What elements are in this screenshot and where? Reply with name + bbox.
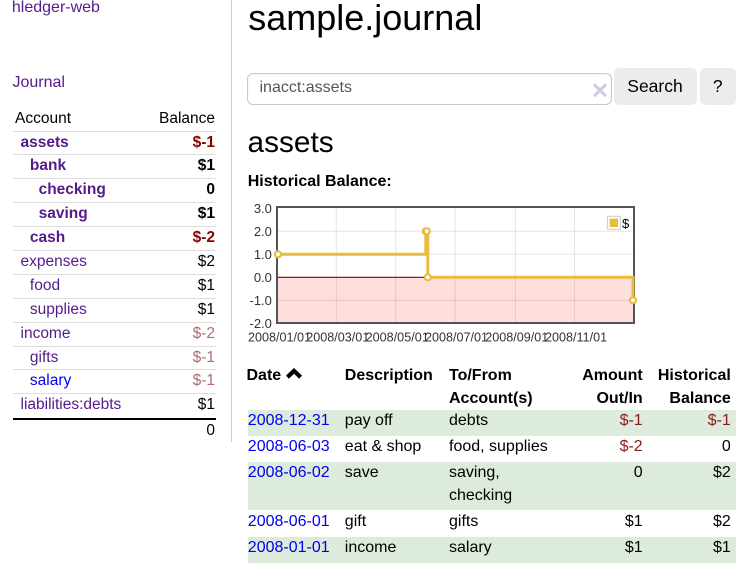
svg-text:2008/01/01: 2008/01/01 <box>248 330 311 344</box>
svg-text:2008/07/01: 2008/07/01 <box>425 330 488 344</box>
svg-text:2008/11/01: 2008/11/01 <box>545 330 607 344</box>
svg-text:0.0: 0.0 <box>254 270 272 285</box>
svg-text:3.0: 3.0 <box>254 201 272 216</box>
svg-text:2008/03/01: 2008/03/01 <box>306 330 369 344</box>
svg-text:-2.0: -2.0 <box>249 316 271 331</box>
svg-text:-1.0: -1.0 <box>249 293 271 308</box>
svg-text:1.0: 1.0 <box>254 247 272 262</box>
svg-text:2008/05/01: 2008/05/01 <box>366 330 429 344</box>
svg-text:2008/09/01: 2008/09/01 <box>485 330 548 344</box>
svg-text:$: $ <box>622 216 630 231</box>
svg-text:2.0: 2.0 <box>254 224 272 239</box>
